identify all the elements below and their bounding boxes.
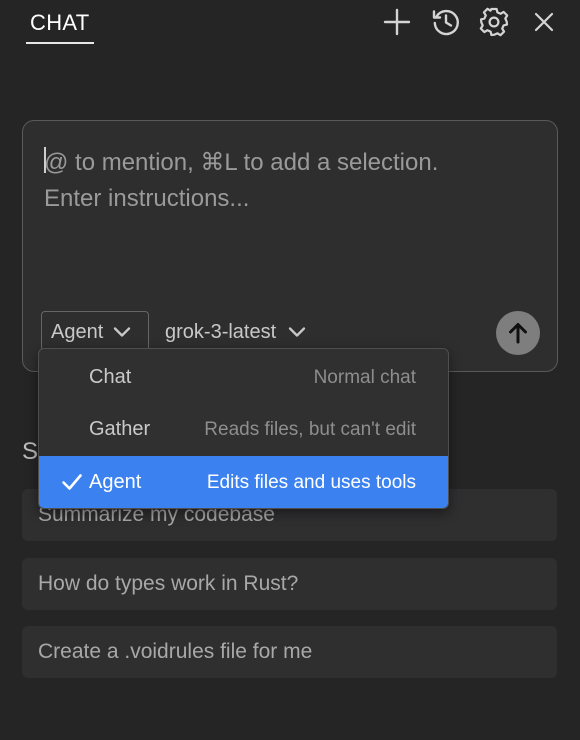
- mode-option-description: Reads files, but can't edit: [204, 419, 416, 440]
- checkmark-icon: [62, 474, 82, 490]
- plus-icon[interactable]: [381, 6, 413, 38]
- chevron-down-icon: [114, 327, 131, 337]
- mode-option-description: Normal chat: [313, 367, 416, 388]
- mode-option-name: Gather: [89, 418, 151, 440]
- mode-select[interactable]: Agent: [41, 311, 149, 353]
- chat-input-placeholder[interactable]: @ to mention, ⌘L to add a selection. Ent…: [44, 145, 544, 217]
- suggestion-item[interactable]: How do types work in Rust?: [22, 558, 557, 610]
- model-select-label: grok-3-latest: [165, 320, 277, 343]
- gear-icon[interactable]: [478, 6, 510, 38]
- tab-chat-label: CHAT: [30, 10, 90, 35]
- mode-option-chat[interactable]: Chat Normal chat: [39, 351, 448, 403]
- mode-option-gather[interactable]: Gather Reads files, but can't edit: [39, 403, 448, 455]
- mode-option-description: Edits files and uses tools: [206, 472, 416, 493]
- suggestion-item[interactable]: Create a .voidrules file for me: [22, 626, 557, 678]
- mode-option-agent[interactable]: Agent Edits files and uses tools: [39, 456, 448, 508]
- chat-input-box[interactable]: @ to mention, ⌘L to add a selection. Ent…: [22, 120, 558, 372]
- model-select[interactable]: grok-3-latest: [165, 311, 306, 353]
- mode-option-name: Agent: [89, 471, 142, 493]
- history-icon[interactable]: [430, 6, 462, 38]
- mode-select-label: Agent: [51, 320, 104, 343]
- suggestions-heading: S: [22, 438, 39, 465]
- arrow-up-icon: [509, 323, 527, 344]
- chevron-down-icon: [289, 327, 306, 337]
- close-icon[interactable]: [528, 6, 560, 38]
- mode-dropdown-menu: Chat Normal chat Gather Reads files, but…: [38, 348, 449, 509]
- send-button[interactable]: [496, 311, 540, 355]
- mode-option-name: Chat: [89, 366, 132, 388]
- tab-chat[interactable]: CHAT: [26, 8, 94, 44]
- chat-panel: CHAT @ to mention, ⌘L to add a selection…: [0, 0, 580, 740]
